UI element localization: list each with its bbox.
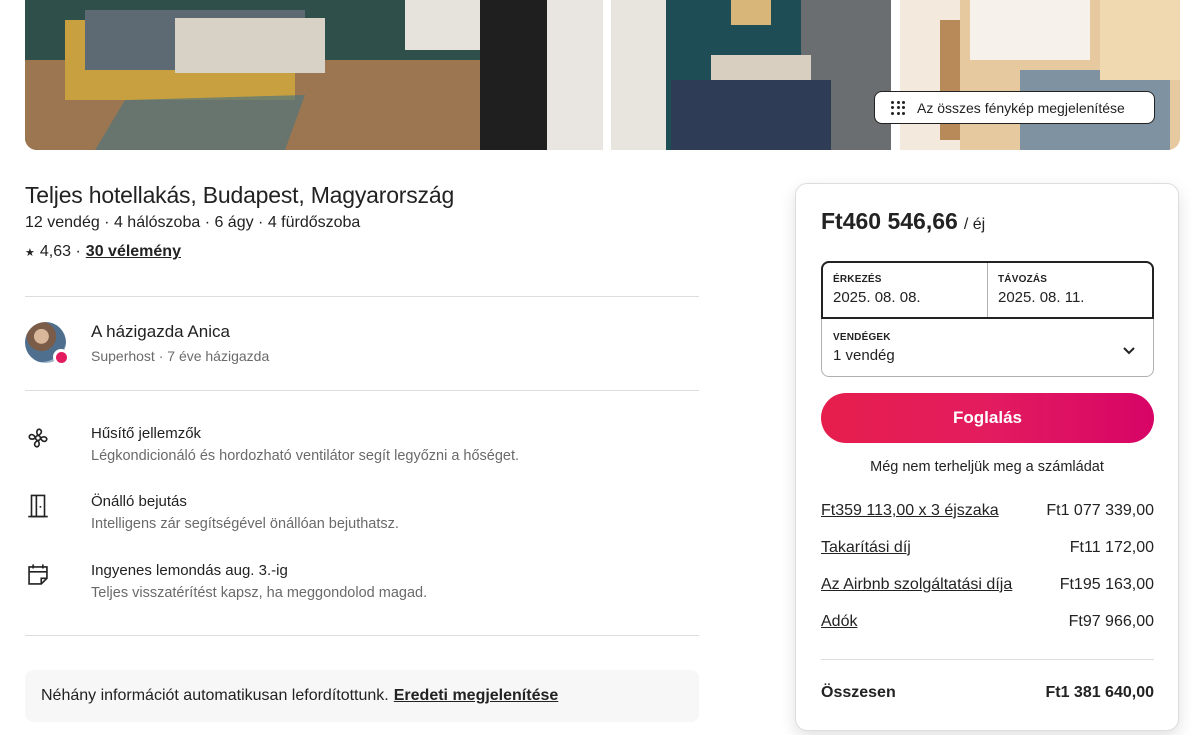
price-line: Az Airbnb szolgáltatási díja Ft195 163,0… <box>821 576 1154 594</box>
show-all-photos-button[interactable]: Az összes fénykép megjelenítése <box>874 91 1155 124</box>
total-label: Összesen <box>821 684 896 701</box>
price-line: Adók Ft97 966,00 <box>821 613 1154 631</box>
translation-text: Néhány információt automatikusan lefordí… <box>41 687 389 704</box>
divider <box>25 296 699 297</box>
checkout-value: 2025. 08. 11. <box>998 289 1085 306</box>
chevron-down-icon <box>1123 347 1135 355</box>
guests-value: 1 vendég <box>833 347 895 364</box>
divider <box>25 635 699 636</box>
nightly-price: Ft460 546,66 / éj <box>821 208 985 235</box>
feature-title: Ingyenes lemondás aug. 3.-ig <box>91 562 288 579</box>
grid-icon <box>891 100 907 116</box>
feature-free-cancellation: Ingyenes lemondás aug. 3.-ig Teljes viss… <box>25 562 427 601</box>
price-line: Ft359 113,00 x 3 éjszaka Ft1 077 339,00 <box>821 502 1154 520</box>
show-original-link[interactable]: Eredeti megjelenítése <box>394 687 559 705</box>
reserve-button[interactable]: Foglalás <box>821 393 1154 443</box>
date-picker: ÉRKEZÉS 2025. 08. 08. TÁVOZÁS 2025. 08. … <box>821 261 1154 319</box>
host-avatar[interactable] <box>25 322 69 365</box>
translation-notice: Néhány információt automatikusan lefordí… <box>25 670 699 722</box>
photo-bedroom-2[interactable] <box>611 0 891 150</box>
total-row: Összesen Ft1 381 640,00 <box>821 684 1154 702</box>
reviews-link[interactable]: 30 vélemény <box>86 243 181 261</box>
checkout-label: TÁVOZÁS <box>998 274 1048 285</box>
price-line-label[interactable]: Ft359 113,00 x 3 éjszaka <box>821 502 999 520</box>
trip-picker: ÉRKEZÉS 2025. 08. 08. TÁVOZÁS 2025. 08. … <box>821 261 1154 377</box>
show-all-photos-label: Az összes fénykép megjelenítése <box>917 99 1125 116</box>
divider <box>821 659 1154 660</box>
no-charge-note: Még nem terheljük meg a számládat <box>870 459 1104 475</box>
feature-title: Önálló bejutás <box>91 493 187 510</box>
feature-title: Hűsítő jellemzők <box>91 425 202 442</box>
checkin-value: 2025. 08. 08. <box>833 289 921 306</box>
guests-dropdown[interactable]: VENDÉGEK 1 vendég <box>822 320 1153 376</box>
listing-capacity: 12 vendég · 4 hálószoba · 6 ágy · 4 fürd… <box>25 214 361 231</box>
price-line-amount: Ft195 163,00 <box>1059 576 1154 593</box>
divider <box>25 390 699 391</box>
checkin-field[interactable]: ÉRKEZÉS 2025. 08. 08. <box>823 263 987 317</box>
superhost-badge-icon <box>53 349 69 365</box>
feature-description: Légkondicionáló és hordozható ventilátor… <box>91 448 520 464</box>
host-section: A házigazda Anica Superhost · 7 éve házi… <box>25 322 270 365</box>
feature-description: Teljes visszatérítést kapsz, ha meggondo… <box>91 585 428 601</box>
fan-icon <box>25 425 67 453</box>
host-meta: Superhost · 7 éve házigazda <box>91 348 270 364</box>
main-photo-bedroom[interactable] <box>25 0 603 150</box>
checkout-field[interactable]: TÁVOZÁS 2025. 08. 11. <box>987 263 1152 317</box>
star-icon: ★ <box>25 246 35 259</box>
door-icon <box>25 493 67 521</box>
price-line-amount: Ft11 172,00 <box>1069 539 1154 556</box>
rating-row: ★ 4,63 · 30 vélemény <box>25 243 181 261</box>
rating-value: 4,63 · <box>39 243 81 260</box>
price-line-amount: Ft1 077 339,00 <box>1046 502 1154 519</box>
price-unit: / éj <box>963 216 986 233</box>
feature-cooling: Hűsítő jellemzők Légkondicionáló és hord… <box>25 425 519 464</box>
feature-description: Intelligens zár segítségével önállóan be… <box>91 516 399 532</box>
price-line-label[interactable]: Az Airbnb szolgáltatási díja <box>821 576 1012 594</box>
host-name: A házigazda Anica <box>91 322 230 341</box>
checkin-label: ÉRKEZÉS <box>833 274 882 285</box>
listing-title: Teljes hotellakás, Budapest, Magyarorszá… <box>25 182 455 208</box>
price-line-label[interactable]: Adók <box>821 613 857 631</box>
calendar-icon <box>25 562 67 590</box>
guests-label: VENDÉGEK <box>833 332 891 343</box>
booking-card: Ft460 546,66 / éj ÉRKEZÉS 2025. 08. 08. … <box>795 183 1179 731</box>
photo-gallery: Az összes fénykép megjelenítése <box>25 0 1180 150</box>
price-line: Takarítási díj Ft11 172,00 <box>821 539 1154 557</box>
feature-self-checkin: Önálló bejutás Intelligens zár segítségé… <box>25 493 399 532</box>
price-amount: Ft460 546,66 <box>821 208 958 234</box>
total-amount: Ft1 381 640,00 <box>1045 684 1154 701</box>
price-line-amount: Ft97 966,00 <box>1068 613 1154 630</box>
price-line-label[interactable]: Takarítási díj <box>821 539 911 557</box>
photo-bedroom-3[interactable] <box>900 0 1180 150</box>
